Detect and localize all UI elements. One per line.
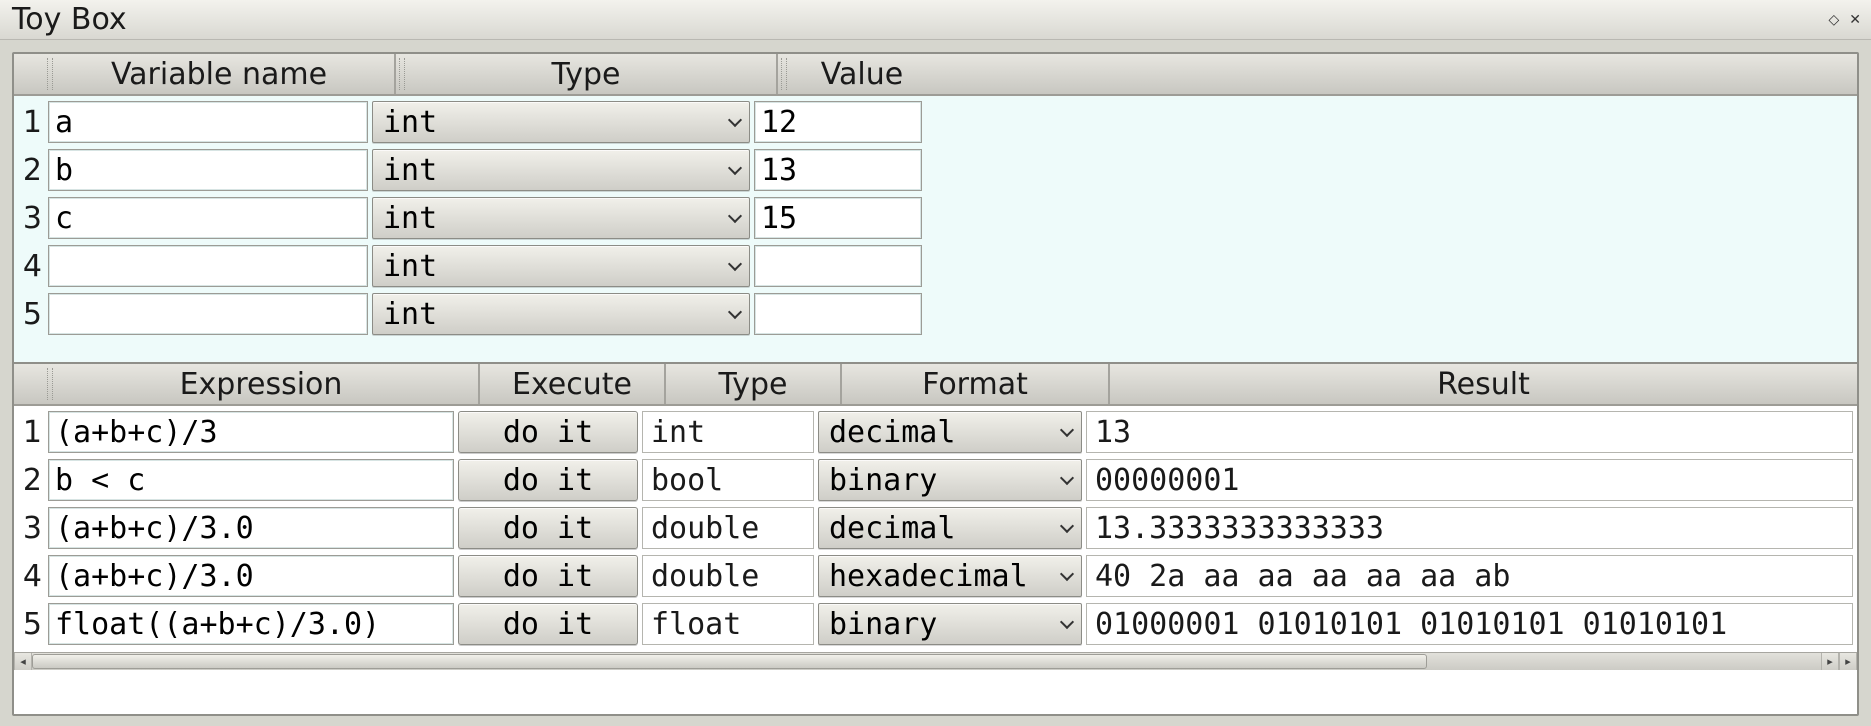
execute-button[interactable]: do it	[458, 459, 638, 501]
expressions-header-result[interactable]: Result	[1110, 364, 1857, 404]
row-number: 1	[18, 105, 44, 140]
scroll-right-icon[interactable]: ▸	[1839, 653, 1857, 670]
expression-input[interactable]	[48, 459, 454, 501]
variable-row: 3 int	[18, 194, 1853, 242]
window-close-icon[interactable]: ✕	[1849, 13, 1861, 27]
expression-format-select[interactable]: binary	[818, 459, 1082, 501]
variable-row: 5 int	[18, 290, 1853, 338]
horizontal-scrollbar[interactable]: ◂ ▸ ▸	[14, 652, 1857, 670]
expressions-body: 1 do it int decimal 13 2 do it bool bina…	[14, 406, 1857, 652]
expression-input[interactable]	[48, 411, 454, 453]
row-number: 2	[18, 463, 44, 498]
expression-type-output: double	[642, 555, 814, 597]
variables-header-name[interactable]: Variable name	[44, 54, 396, 94]
expression-result-output: 01000001 01010101 01010101 01010101	[1086, 603, 1853, 645]
variable-row: 1 int	[18, 98, 1853, 146]
variables-header-row: Variable name Type Value	[14, 54, 1857, 96]
variable-type-select[interactable]: int	[372, 293, 750, 335]
expression-result-output: 00000001	[1086, 459, 1853, 501]
window-titlebar: Toy Box ◇ ✕	[0, 0, 1871, 40]
variables-header-value[interactable]: Value	[778, 54, 946, 94]
expressions-panel: Expression Execute Type Format Result 1 …	[14, 364, 1857, 714]
row-number: 2	[18, 153, 44, 188]
variable-name-input[interactable]	[48, 149, 368, 191]
row-number: 5	[18, 297, 44, 332]
scroll-right-icon[interactable]: ▸	[1821, 653, 1839, 670]
variable-value-input[interactable]	[754, 149, 922, 191]
row-number: 3	[18, 201, 44, 236]
window-buttons: ◇ ✕	[1828, 13, 1861, 27]
variables-body: 1 int 2 int 3 int 4 int 5 int	[14, 96, 1857, 362]
execute-button[interactable]: do it	[458, 603, 638, 645]
variables-header-type[interactable]: Type	[396, 54, 778, 94]
column-grip-icon[interactable]	[47, 58, 53, 90]
expression-type-output: double	[642, 507, 814, 549]
expression-input[interactable]	[48, 507, 454, 549]
expression-result-output: 13.3333333333333	[1086, 507, 1853, 549]
execute-button[interactable]: do it	[458, 507, 638, 549]
scroll-track[interactable]	[32, 653, 1821, 670]
variable-type-select[interactable]: int	[372, 149, 750, 191]
execute-button[interactable]: do it	[458, 555, 638, 597]
variable-name-input[interactable]	[48, 293, 368, 335]
variable-value-input[interactable]	[754, 245, 922, 287]
expression-row: 4 do it double hexadecimal 40 2a aa aa a…	[18, 552, 1853, 600]
variable-row: 4 int	[18, 242, 1853, 290]
variable-value-input[interactable]	[754, 293, 922, 335]
expression-type-output: float	[642, 603, 814, 645]
variable-type-select[interactable]: int	[372, 101, 750, 143]
column-grip-icon[interactable]	[399, 58, 405, 90]
expressions-header-rownum	[14, 364, 44, 404]
expression-input[interactable]	[48, 603, 454, 645]
expression-format-select[interactable]: decimal	[818, 411, 1082, 453]
variable-type-select[interactable]: int	[372, 197, 750, 239]
window-min-icon[interactable]: ◇	[1828, 13, 1839, 27]
variables-header-rownum	[14, 54, 44, 94]
expression-format-select[interactable]: binary	[818, 603, 1082, 645]
variable-type-select[interactable]: int	[372, 245, 750, 287]
column-grip-icon[interactable]	[781, 58, 787, 90]
row-number: 1	[18, 415, 44, 450]
scroll-left-icon[interactable]: ◂	[14, 653, 32, 670]
expression-row: 5 do it float binary 01000001 01010101 0…	[18, 600, 1853, 648]
expressions-header-expression[interactable]: Expression	[44, 364, 480, 404]
expression-result-output: 40 2a aa aa aa aa aa ab	[1086, 555, 1853, 597]
variable-name-input[interactable]	[48, 245, 368, 287]
row-number: 4	[18, 249, 44, 284]
variables-panel: Variable name Type Value 1 int 2 int	[14, 54, 1857, 364]
variable-value-input[interactable]	[754, 101, 922, 143]
expressions-header-type[interactable]: Type	[666, 364, 842, 404]
expressions-header-row: Expression Execute Type Format Result	[14, 364, 1857, 406]
expression-format-select[interactable]: hexadecimal	[818, 555, 1082, 597]
expressions-header-execute[interactable]: Execute	[480, 364, 666, 404]
variable-name-input[interactable]	[48, 197, 368, 239]
expression-row: 2 do it bool binary 00000001	[18, 456, 1853, 504]
expressions-header-format[interactable]: Format	[842, 364, 1110, 404]
expression-row: 1 do it int decimal 13	[18, 408, 1853, 456]
expression-row: 3 do it double decimal 13.3333333333333	[18, 504, 1853, 552]
variable-row: 2 int	[18, 146, 1853, 194]
expression-type-output: bool	[642, 459, 814, 501]
expression-result-output: 13	[1086, 411, 1853, 453]
variable-name-input[interactable]	[48, 101, 368, 143]
app-frame: Variable name Type Value 1 int 2 int	[12, 52, 1859, 716]
expression-type-output: int	[642, 411, 814, 453]
column-grip-icon[interactable]	[47, 368, 53, 400]
row-number: 4	[18, 559, 44, 594]
expression-format-select[interactable]: decimal	[818, 507, 1082, 549]
row-number: 5	[18, 607, 44, 642]
scroll-thumb[interactable]	[32, 654, 1427, 669]
expression-input[interactable]	[48, 555, 454, 597]
variable-value-input[interactable]	[754, 197, 922, 239]
window-title: Toy Box	[12, 2, 127, 37]
row-number: 3	[18, 511, 44, 546]
execute-button[interactable]: do it	[458, 411, 638, 453]
